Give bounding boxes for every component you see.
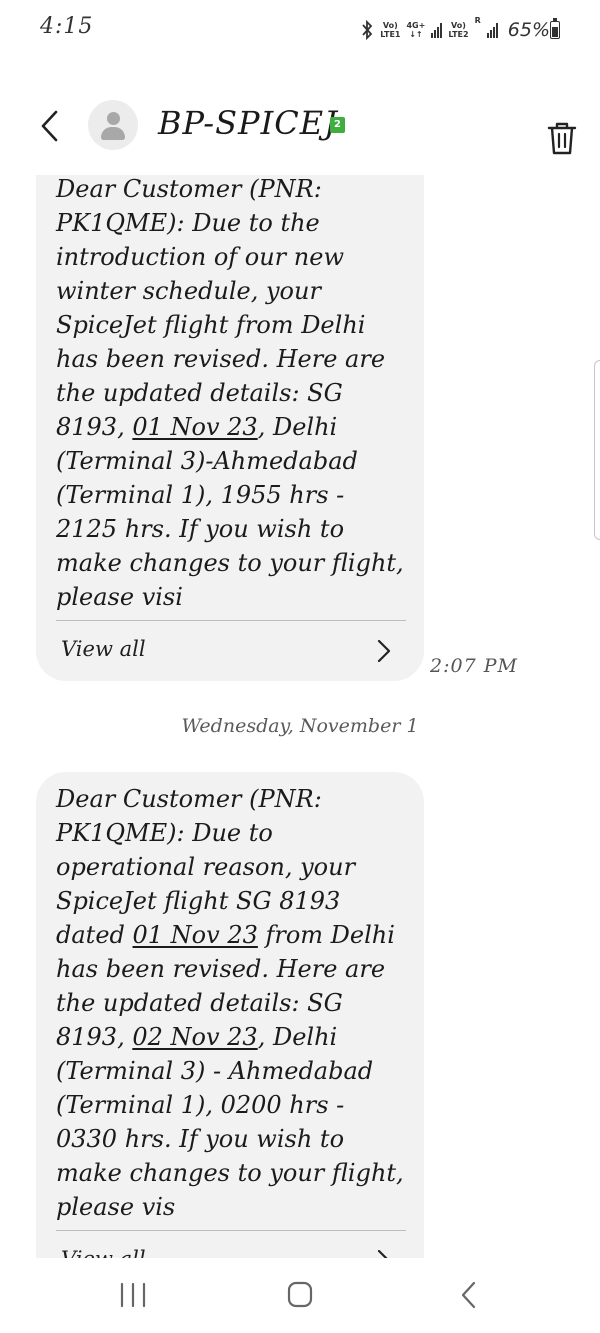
sim2-lte-indicator: Vo) LTE2 [448, 21, 469, 39]
conversation-header: BP-SPICEJ 2 [0, 90, 600, 162]
delete-button[interactable] [545, 120, 579, 156]
network-type-indicator: 4G+ ↓↑ [406, 21, 426, 39]
battery-percent: 65% [507, 19, 550, 41]
message-text: Dear Customer (PNR: PK1QME): Due to oper… [56, 785, 404, 1221]
status-icons: Vo) LTE1 4G+ ↓↑ Vo) LTE2 R 65% [360, 16, 550, 44]
date-link[interactable]: 01 Nov 23 [132, 413, 257, 441]
sim-badge: 2 [330, 117, 345, 133]
divider [56, 620, 406, 621]
back-icon [461, 1281, 476, 1309]
navigation-bar [0, 1258, 600, 1333]
view-all-button[interactable]: View all [36, 623, 424, 681]
sim1-lte-indicator: Vo) LTE1 [380, 21, 401, 39]
nav-back-button[interactable] [450, 1278, 490, 1312]
status-time: 4:15 [40, 14, 94, 39]
date-separator: Wednesday, November 1 [181, 715, 419, 737]
contact-name[interactable]: BP-SPICEJ [158, 104, 338, 142]
message-bubble[interactable]: Dear Customer (PNR: PK1QME): Due to the … [36, 175, 424, 681]
back-icon [41, 110, 58, 142]
view-all-button[interactable]: View all [36, 1233, 424, 1258]
trash-icon [547, 122, 577, 155]
message-bubble[interactable]: Dear Customer (PNR: PK1QME): Due to oper… [36, 772, 424, 1258]
message-text: Dear Customer (PNR: PK1QME): Due to the … [56, 175, 404, 611]
divider [56, 1230, 406, 1231]
message-timestamp: 2:07 PM [430, 655, 518, 677]
message-list[interactable]: Dear Customer (PNR: PK1QME): Due to the … [0, 175, 600, 1258]
recent-apps-button[interactable] [113, 1278, 153, 1312]
recent-apps-icon [120, 1282, 146, 1308]
chevron-right-icon [377, 639, 391, 663]
chevron-right-icon [377, 1249, 388, 1258]
signal-icon-2 [486, 22, 498, 38]
back-button[interactable] [36, 108, 66, 144]
avatar-icon[interactable] [88, 100, 138, 150]
home-icon [287, 1281, 313, 1308]
date-link[interactable]: 01 Nov 23 [133, 921, 258, 949]
status-bar: 4:15 Vo) LTE1 4G+ ↓↑ Vo) LTE2 R 65% [0, 0, 600, 60]
battery-icon [550, 18, 560, 39]
signal-icon [431, 22, 443, 38]
view-all-label: View all [61, 1247, 146, 1258]
scrollbar-thumb[interactable] [594, 360, 600, 540]
date-link[interactable]: 02 Nov 23 [132, 1023, 257, 1051]
home-button[interactable] [280, 1278, 320, 1312]
view-all-label: View all [61, 637, 146, 661]
roaming-indicator: R [474, 16, 481, 25]
bluetooth-icon [362, 20, 373, 40]
